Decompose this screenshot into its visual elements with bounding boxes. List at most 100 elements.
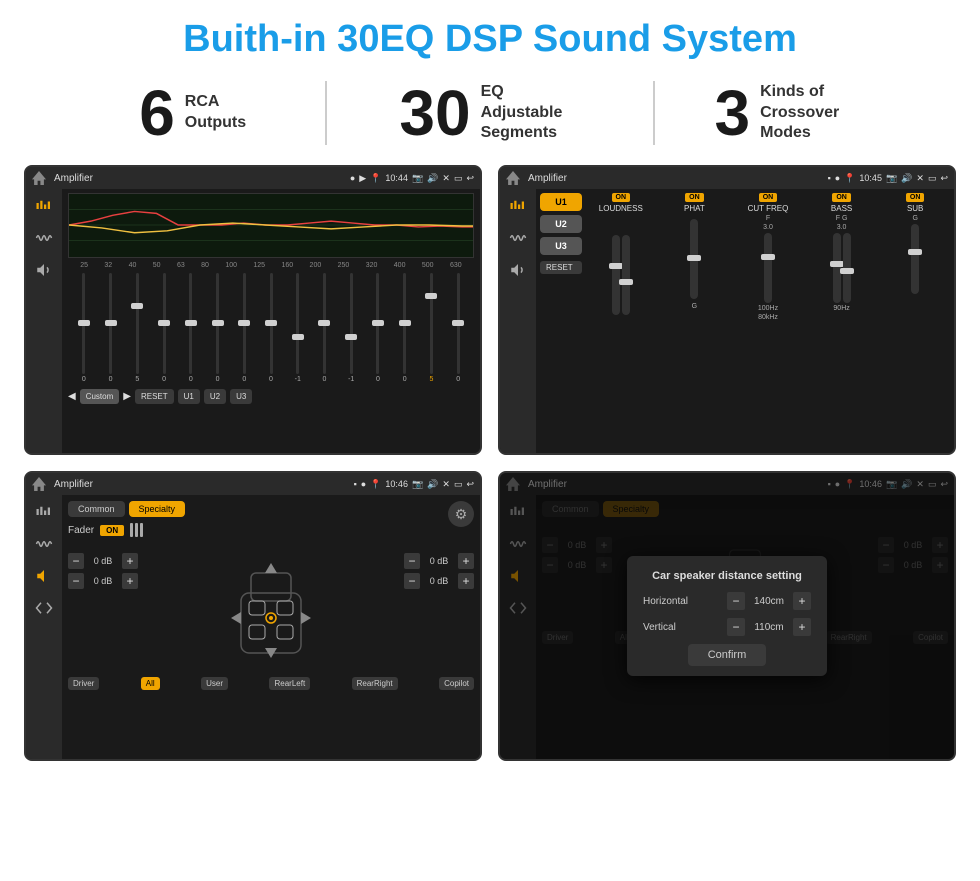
- cx-sidebar-eq-icon[interactable]: [507, 195, 529, 217]
- eq-slider-0[interactable]: 0: [72, 273, 96, 383]
- fader-app-name: Amplifier: [54, 479, 350, 490]
- eq-u3-btn[interactable]: U3: [230, 389, 252, 404]
- fader-btn-rearleft[interactable]: RearLeft: [269, 677, 310, 690]
- cx-sub-on[interactable]: ON: [906, 193, 925, 202]
- fader-home-icon[interactable]: [32, 477, 46, 491]
- fader-btn-user[interactable]: User: [201, 677, 228, 690]
- eq-slider-9[interactable]: 0: [313, 273, 337, 383]
- screens-grid: Amplifier ● ▶ 📍 10:44 📷 🔊 ✕ ▭ ↩: [0, 159, 980, 771]
- eq-slider-2[interactable]: 5: [125, 273, 149, 383]
- eq-slider-3[interactable]: 0: [152, 273, 176, 383]
- eq-screen-content: 253240506380100125160200250320400500630 …: [26, 189, 480, 453]
- crossover-app-name: Amplifier: [528, 173, 824, 184]
- eq-app-name: Amplifier: [54, 173, 346, 184]
- fd-time: 10:46: [385, 479, 408, 489]
- eq-status-bar: Amplifier ● ▶ 📍 10:44 📷 🔊 ✕ ▭ ↩: [26, 167, 480, 189]
- cx-u2-btn[interactable]: U2: [540, 215, 582, 233]
- fader-btn-driver[interactable]: Driver: [68, 677, 99, 690]
- eq-prev[interactable]: ◀: [68, 391, 76, 402]
- home-icon[interactable]: [32, 171, 46, 185]
- vol-minus-2[interactable]: −: [68, 573, 84, 589]
- fader-label-row: Fader ON: [68, 523, 474, 537]
- eq-bottom-bar: ◀ Custom ▶ RESET U1 U2 U3: [68, 389, 474, 404]
- fd-sidebar-arrows-icon[interactable]: [33, 597, 55, 619]
- fader-gear-icon[interactable]: ⚙: [448, 501, 474, 527]
- eq-preset-custom[interactable]: Custom: [80, 389, 120, 404]
- cx-loudness-on[interactable]: ON: [612, 193, 631, 202]
- dialog-horizontal-value: 140cm: [749, 596, 789, 607]
- cx-cutfreq-on[interactable]: ON: [759, 193, 778, 202]
- cx-channel-sub: ON SUB G: [880, 193, 950, 449]
- dialog-confirm-button[interactable]: Confirm: [688, 644, 767, 666]
- fader-btn-rearright[interactable]: RearRight: [352, 677, 398, 690]
- cx-sidebar-wave-icon[interactable]: [507, 227, 529, 249]
- cx-cutfreq-name: CUT FREQ: [748, 204, 789, 213]
- eq-slider-1[interactable]: 0: [99, 273, 123, 383]
- cx-sidebar-speaker-icon[interactable]: [507, 259, 529, 281]
- fader-on-badge[interactable]: ON: [100, 525, 124, 536]
- cx-bass-on[interactable]: ON: [832, 193, 851, 202]
- crossover-left-sidebar: [500, 189, 536, 453]
- eq-slider-4[interactable]: 0: [179, 273, 203, 383]
- cx-phat-on[interactable]: ON: [685, 193, 704, 202]
- eq-freq-labels: 253240506380100125160200250320400500630: [68, 262, 474, 269]
- eq-slider-13[interactable]: 5: [420, 273, 444, 383]
- cx-u1-btn[interactable]: U1: [540, 193, 582, 211]
- eq-slider-14[interactable]: 0: [446, 273, 470, 383]
- dialog-vertical-plus[interactable]: +: [793, 618, 811, 636]
- fd-sidebar-speaker-icon[interactable]: [33, 565, 55, 587]
- cx-reset-btn[interactable]: RESET: [540, 261, 582, 274]
- dialog-vertical-row: Vertical − 110cm +: [643, 618, 811, 636]
- dialog-vertical-minus[interactable]: −: [727, 618, 745, 636]
- eq-slider-5[interactable]: 0: [206, 273, 230, 383]
- vol-minus-4[interactable]: −: [404, 573, 420, 589]
- fader-btn-all[interactable]: All: [141, 677, 160, 690]
- dialog-horizontal-plus[interactable]: +: [793, 592, 811, 610]
- cx-loudness-name: LOUDNESS: [599, 204, 643, 213]
- vol-minus-1[interactable]: −: [68, 553, 84, 569]
- vol-plus-2[interactable]: +: [122, 573, 138, 589]
- sidebar-eq-icon[interactable]: [33, 195, 55, 217]
- eq-u2-btn[interactable]: U2: [204, 389, 226, 404]
- fader-bottom-labels: Driver All User RearLeft RearRight Copil…: [68, 677, 474, 690]
- eq-slider-6[interactable]: 0: [232, 273, 256, 383]
- dialog-horizontal-minus[interactable]: −: [727, 592, 745, 610]
- eq-slider-11[interactable]: 0: [366, 273, 390, 383]
- fd-x: ✕: [442, 479, 450, 490]
- crossover-home-icon[interactable]: [506, 171, 520, 185]
- fader-status-icons: ▪ ● 📍 10:46 📷 🔊 ✕ ▭ ↩: [354, 479, 474, 490]
- vol-plus-1[interactable]: +: [122, 553, 138, 569]
- eq-reset-btn[interactable]: RESET: [135, 389, 174, 404]
- fd-rect: ▭: [454, 479, 463, 490]
- eq-sliders: 0 0 5 0 0 0 0 0 -1 0 -1 0 0 5 0: [68, 273, 474, 383]
- stat-crossover: 3 Kinds ofCrossover Modes: [655, 81, 920, 145]
- fader-left-col: − 0 dB + − 0 dB +: [68, 543, 138, 589]
- eq-slider-7[interactable]: 0: [259, 273, 283, 383]
- eq-u1-btn[interactable]: U1: [178, 389, 200, 404]
- dialog-vertical-value: 110cm: [749, 622, 789, 633]
- fader-tab-common[interactable]: Common: [68, 501, 125, 517]
- eq-slider-12[interactable]: 0: [393, 273, 417, 383]
- fd-vol: 🔊: [427, 479, 438, 490]
- dialog-screen: Amplifier ▪ ● 📍 10:46 📷 🔊 ✕ ▭ ↩: [498, 471, 956, 761]
- crossover-units: U1 U2 U3 RESET: [540, 193, 582, 449]
- stat-eq-number: 30: [399, 81, 470, 145]
- sidebar-wave-icon[interactable]: [33, 227, 55, 249]
- vol-minus-3[interactable]: −: [404, 553, 420, 569]
- vol-plus-3[interactable]: +: [458, 553, 474, 569]
- eq-vol: 🔊: [427, 173, 438, 184]
- eq-play: ▶: [359, 173, 366, 184]
- vol-value-4: 0 dB: [424, 576, 454, 586]
- eq-slider-8[interactable]: -1: [286, 273, 310, 383]
- cx-u3-btn[interactable]: U3: [540, 237, 582, 255]
- eq-next[interactable]: ▶: [123, 391, 131, 402]
- eq-slider-10[interactable]: -1: [339, 273, 363, 383]
- fader-btn-copilot[interactable]: Copilot: [439, 677, 474, 690]
- eq-time: 10:44: [385, 173, 408, 183]
- fader-tab-specialty[interactable]: Specialty: [129, 501, 186, 517]
- fd-sidebar-eq-icon[interactable]: [33, 501, 55, 523]
- sidebar-speaker-icon[interactable]: [33, 259, 55, 281]
- page-title: Buith-in 30EQ DSP Sound System: [0, 0, 980, 71]
- fd-sidebar-wave-icon[interactable]: [33, 533, 55, 555]
- vol-plus-4[interactable]: +: [458, 573, 474, 589]
